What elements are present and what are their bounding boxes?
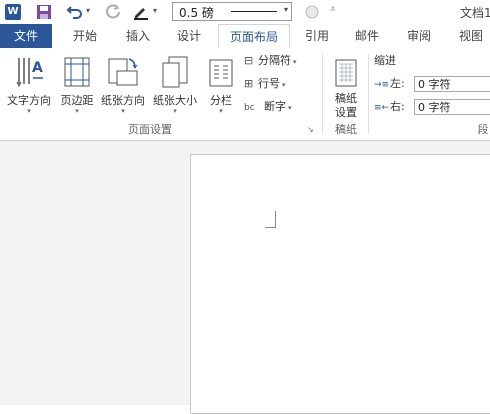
indent-left-value: 0 字符: [418, 78, 451, 91]
undo-dropdown-icon[interactable]: ▾: [86, 6, 90, 15]
tab-home[interactable]: 开始: [58, 24, 112, 48]
page-size-icon: [162, 56, 188, 88]
group-divider: [322, 54, 323, 134]
quick-access-toolbar: W ▾ ▾ 0.5 磅 ▾ ⩡ 文档1: [0, 0, 490, 24]
chevron-down-icon: ▾: [219, 107, 223, 115]
chevron-down-icon: ▾: [173, 107, 177, 115]
hyphenation-label: 断字: [264, 100, 286, 113]
chevron-down-icon: ▾: [288, 104, 292, 112]
undo-icon[interactable]: [66, 3, 84, 21]
orientation-button[interactable]: 纸张方向 ▾: [98, 52, 148, 118]
hyphenation-button[interactable]: bc 断字 ▾: [244, 98, 292, 116]
tab-view[interactable]: 视图: [448, 24, 490, 48]
indent-left-label: 左:: [390, 77, 405, 90]
text-direction-button[interactable]: A 文字方向 ▾: [4, 52, 54, 118]
columns-icon: [209, 59, 233, 87]
chevron-down-icon: ▾: [293, 58, 297, 66]
tab-review[interactable]: 审阅: [396, 24, 442, 48]
window-title: 文档1: [460, 6, 490, 20]
indent-right-row: ≡←右:: [374, 98, 405, 116]
draft-paper-icon: [335, 59, 357, 87]
breaks-label: 分隔符: [258, 54, 291, 67]
page-setup-launcher-icon[interactable]: ↘: [307, 125, 314, 134]
chevron-down-icon: ▾: [27, 107, 31, 115]
document-workspace: [0, 141, 490, 414]
chevron-down-icon: ▾: [75, 107, 79, 115]
chevron-down-icon: ▾: [121, 107, 125, 115]
ribbon-page-layout: A 文字方向 ▾ 页边距 ▾ 纸张方向 ▾ 纸张大小 ▾ 分栏 ▾ ⊟ 分隔符 …: [0, 48, 490, 141]
chevron-down-icon: ▾: [282, 81, 286, 89]
text-direction-icon: A: [16, 58, 43, 88]
tab-page-layout[interactable]: 页面布局: [218, 24, 290, 48]
margins-button[interactable]: 页边距 ▾: [56, 52, 98, 118]
redo-icon[interactable]: [104, 3, 122, 21]
draft-paper-label-2: 设置: [335, 106, 357, 119]
tab-design[interactable]: 设计: [164, 24, 214, 48]
paragraph-group-label: 段: [477, 123, 489, 136]
indent-title: 缩进: [374, 54, 396, 67]
line-weight-value: 0.5 磅: [179, 6, 214, 20]
size-label: 纸张大小: [153, 94, 197, 107]
line-weight-sample: [231, 11, 277, 12]
ribbon-tab-bar: 文件 开始 插入 设计 页面布局 引用 邮件 审阅 视图: [0, 24, 490, 49]
margin-corner-mark: [265, 211, 276, 228]
save-icon[interactable]: [36, 4, 52, 20]
group-divider: [368, 54, 369, 134]
indent-left-icon: →≡: [374, 80, 390, 90]
text-direction-label: 文字方向: [7, 94, 51, 107]
line-numbers-button[interactable]: ⊞ 行号 ▾: [244, 75, 286, 93]
indent-left-input[interactable]: 0 字符: [414, 76, 490, 92]
chevron-down-icon: ▾: [283, 5, 288, 14]
size-button[interactable]: 纸张大小 ▾: [150, 52, 200, 118]
indent-right-icon: ≡←: [374, 103, 390, 113]
hyphenation-icon: bc: [244, 103, 255, 113]
tab-insert[interactable]: 插入: [112, 24, 164, 48]
svg-text:A: A: [32, 60, 43, 76]
customize-qat-icon[interactable]: ⩡: [330, 4, 336, 15]
margins-label: 页边距: [60, 94, 94, 107]
document-page[interactable]: [190, 154, 490, 414]
indent-right-value: 0 字符: [418, 101, 451, 114]
page-setup-group-label: 页面设置: [128, 123, 172, 136]
breaks-button[interactable]: ⊟ 分隔符 ▾: [244, 52, 297, 70]
word-logo-icon[interactable]: W: [5, 4, 21, 20]
orientation-icon: [108, 58, 138, 86]
line-numbers-label: 行号: [258, 77, 280, 90]
pen-color-dropdown-icon[interactable]: ▾: [153, 6, 157, 15]
draft-paper-group-label: 稿纸: [335, 123, 357, 136]
line-numbers-icon: ⊞: [244, 77, 254, 90]
tab-file[interactable]: 文件: [0, 24, 52, 48]
tab-mailings[interactable]: 邮件: [344, 24, 390, 48]
pen-color-icon[interactable]: [132, 3, 150, 21]
line-weight-dropdown[interactable]: 0.5 磅 ▾: [172, 2, 292, 21]
indent-right-input[interactable]: 0 字符: [414, 99, 490, 115]
draft-paper-settings-button[interactable]: 稿纸 设置: [326, 52, 366, 119]
indent-right-label: 右:: [390, 100, 405, 113]
columns-button[interactable]: 分栏 ▾: [204, 52, 238, 118]
columns-label: 分栏: [210, 94, 232, 107]
orientation-label: 纸张方向: [101, 94, 145, 107]
margins-icon: [64, 57, 90, 87]
breaks-icon: ⊟: [244, 54, 254, 67]
tab-references[interactable]: 引用: [294, 24, 340, 48]
indent-left-row: →≡左:: [374, 75, 405, 93]
eraser-icon[interactable]: [304, 4, 320, 20]
